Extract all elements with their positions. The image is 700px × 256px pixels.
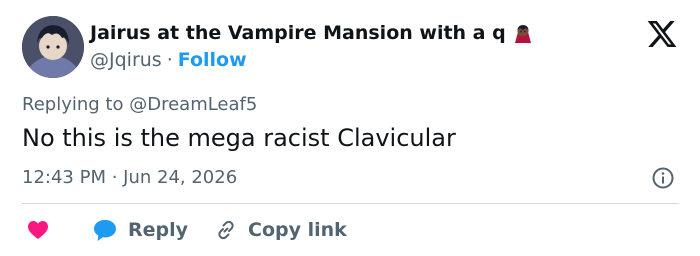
follow-button[interactable]: Follow xyxy=(178,49,247,71)
info-icon[interactable] xyxy=(651,166,675,190)
link-icon xyxy=(218,220,234,240)
copy-link-label: Copy link xyxy=(248,219,347,241)
tweet-text: No this is the mega racist Clavicular xyxy=(22,124,456,152)
copy-link-button[interactable]: Copy link xyxy=(214,216,347,244)
x-logo-icon[interactable] xyxy=(646,18,678,50)
like-button[interactable] xyxy=(26,216,50,244)
author-name-text[interactable]: Jairus at the Vampire Mansion with a q xyxy=(90,22,506,44)
replying-prefix: Replying to xyxy=(22,94,124,115)
avatar-image xyxy=(22,16,84,78)
tweet-timestamp[interactable]: 12:43 PM · Jun 24, 2026 xyxy=(22,167,237,188)
handle-row: @Jqirus · Follow xyxy=(90,49,247,71)
reply-label: Reply xyxy=(128,219,189,241)
separator-dot: · xyxy=(166,49,173,71)
reply-bubble-icon xyxy=(94,220,116,241)
avatar[interactable] xyxy=(22,16,84,78)
vampire-emoji-icon xyxy=(512,22,534,44)
replying-to: Replying to @DreamLeaf5 xyxy=(22,94,257,115)
reply-button[interactable]: Reply xyxy=(92,216,188,244)
divider xyxy=(22,203,679,204)
reply-target-link[interactable]: @DreamLeaf5 xyxy=(129,94,257,115)
heart-icon xyxy=(28,221,48,239)
author-handle[interactable]: @Jqirus xyxy=(90,49,162,71)
tweet-card: Jairus at the Vampire Mansion with a q @… xyxy=(0,0,700,256)
author-name[interactable]: Jairus at the Vampire Mansion with a q xyxy=(90,22,534,44)
